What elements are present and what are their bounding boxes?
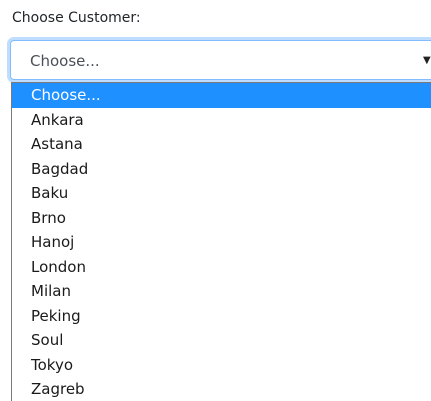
option-brno[interactable]: Brno [12, 206, 431, 231]
option-baku[interactable]: Baku [12, 181, 431, 206]
option-hanoj[interactable]: Hanoj [12, 230, 431, 255]
option-ankara[interactable]: Ankara [12, 108, 431, 133]
option-astana[interactable]: Astana [12, 132, 431, 157]
option-peking[interactable]: Peking [12, 304, 431, 329]
option-london[interactable]: London [12, 255, 431, 280]
customer-select-form: Choose Customer: Choose... ▼ Choose... A… [0, 0, 431, 401]
select-current-value: Choose... [30, 52, 100, 70]
option-bagdad[interactable]: Bagdad [12, 157, 431, 182]
customer-dropdown-list: Choose... Ankara Astana Bagdad Baku Brno… [11, 82, 431, 401]
option-zagreb[interactable]: Zagreb [12, 377, 431, 401]
customer-select[interactable]: Choose... ▼ [10, 40, 431, 80]
caret-down-icon[interactable]: ▼ [423, 53, 431, 69]
option-soul[interactable]: Soul [12, 328, 431, 353]
option-choose[interactable]: Choose... [12, 83, 431, 108]
choose-customer-label: Choose Customer: [12, 10, 141, 26]
option-milan[interactable]: Milan [12, 279, 431, 304]
option-tokyo[interactable]: Tokyo [12, 353, 431, 378]
